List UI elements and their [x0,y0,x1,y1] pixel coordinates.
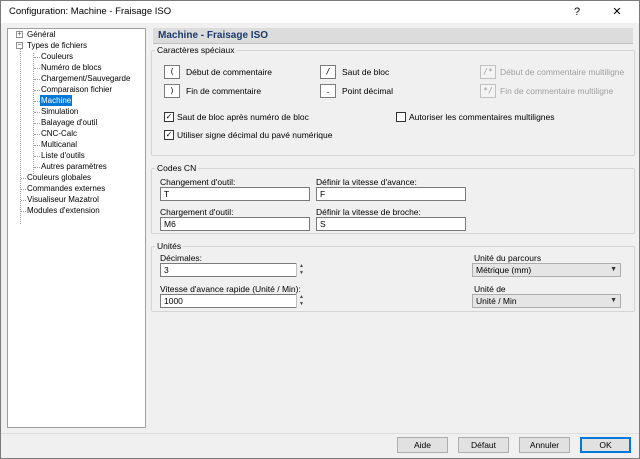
tool-load-input[interactable]: M6 [160,217,310,231]
tool-change-input[interactable]: T [160,187,310,201]
tree-connector [33,53,34,176]
tree-item-file-compare[interactable]: Comparaison fichier [40,84,113,95]
path-unit-select[interactable]: Métrique (mm) ▼ [472,263,621,277]
group-title: Caractères spéciaux [155,45,237,55]
multiline-start-key: /* [480,65,496,79]
close-icon[interactable]: ✕ [607,4,627,20]
tree-item-external-commands[interactable]: Commandes externes [26,183,106,194]
block-skip-key[interactable]: / [320,65,336,79]
units-group: Unités Décimales: 3 ▲ ▼ Vitesse d'avance… [151,241,635,312]
spindle-speed-label: Définir la vitesse de broche: [316,207,421,217]
rapid-feed-input[interactable]: 1000 [160,294,306,308]
path-unit-value: Métrique (mm) [476,265,532,275]
comment-end-key[interactable]: ) [164,84,180,98]
config-window: Configuration: Machine - Fraisage ISO ? … [0,0,640,459]
ok-button[interactable]: OK [580,437,631,453]
group-title: Unités [155,241,184,251]
window-title: Configuration: Machine - Fraisage ISO [9,6,172,17]
block-skip-label: Saut de bloc [342,67,390,77]
cn-codes-group: Codes CN Changement d'outil: T Définir l… [151,163,635,234]
multiline-start-label: Début de commentaire multiligne [500,67,625,77]
unit-of-value: Unité / Min [476,296,517,306]
expand-icon[interactable]: + [16,31,23,38]
rapid-feed-spinner[interactable]: ▲ ▼ [296,294,306,308]
spin-down-icon[interactable]: ▼ [297,301,306,307]
block-skip-after-number-checkbox[interactable]: ✓ [164,112,174,122]
spin-up-icon[interactable]: ▲ [297,263,306,269]
multiline-end-label: Fin de commentaire multiligne [500,86,614,96]
chevron-down-icon: ▼ [610,297,617,304]
tree-item-file-types[interactable]: Types de fichiers [26,40,88,51]
tool-change-label: Changement d'outil: [160,177,236,187]
unit-of-select[interactable]: Unité / Min ▼ [472,294,621,308]
special-chars-group: Caractères spéciaux ( Début de commentai… [151,45,635,156]
feed-rate-input[interactable]: F [316,187,466,201]
allow-multiline-label: Autoriser les commentaires multilignes [409,112,555,122]
decimal-point-label: Point décimal [342,86,394,96]
path-unit-label: Unité du parcours [474,253,542,263]
tree-item-general[interactable]: Général [26,29,56,40]
tree-item-other-params[interactable]: Autres paramètres [40,161,108,172]
tree-item-machine[interactable]: Machine [40,95,73,106]
tree-item-mazatrol-viewer[interactable]: Visualiseur Mazatrol [26,194,100,205]
tree-item-cnc-calc[interactable]: CNC-Calc [40,128,78,139]
tree-item-tool-sweep[interactable]: Balayage d'outil [40,117,98,128]
multiline-end-key: */ [480,84,496,98]
page-title: Machine - Fraisage ISO [158,30,269,41]
settings-tree[interactable]: + Général − Types de fichiers Couleurs N… [7,28,146,428]
allow-multiline-checkbox[interactable] [396,112,406,122]
help-button[interactable]: Aide [397,437,448,453]
tree-item-block-numbers[interactable]: Numéro de blocs [40,62,102,73]
footer-divider [1,433,639,434]
numpad-decimal-checkbox[interactable]: ✓ [164,130,174,140]
help-icon[interactable]: ? [567,4,587,20]
unit-of-label: Unité de [474,284,506,294]
decimal-point-key[interactable]: . [320,84,336,98]
comment-start-label: Début de commentaire [186,67,272,77]
block-skip-after-number-label: Saut de bloc après numéro de bloc [177,112,309,122]
decimals-label: Décimales: [160,253,203,263]
decimals-spinner[interactable]: ▲ ▼ [296,263,306,277]
page-header: Machine - Fraisage ISO [153,28,633,44]
tree-item-simulation[interactable]: Simulation [40,106,79,117]
tree-item-extension-modules[interactable]: Modules d'extension [26,205,101,216]
cancel-button[interactable]: Annuler [519,437,570,453]
spindle-speed-input[interactable]: S [316,217,466,231]
tree-item-global-colors[interactable]: Couleurs globales [26,172,92,183]
tool-load-label: Chargement d'outil: [160,207,234,217]
numpad-decimal-label: Utiliser signe décimal du pavé numérique [177,130,333,140]
decimals-input[interactable]: 3 [160,263,306,277]
comment-end-label: Fin de commentaire [186,86,262,96]
feed-rate-label: Définir la vitesse d'avance: [316,177,417,187]
tree-item-multichannel[interactable]: Multicanal [40,139,78,150]
tree-item-load-save[interactable]: Chargement/Sauvegarde [40,73,131,84]
tree-item-colors[interactable]: Couleurs [40,51,74,62]
default-button[interactable]: Défaut [458,437,509,453]
spin-down-icon[interactable]: ▼ [297,270,306,276]
group-title: Codes CN [155,163,199,173]
chevron-down-icon: ▼ [610,266,617,273]
title-bar: Configuration: Machine - Fraisage ISO ? … [1,1,639,23]
collapse-icon[interactable]: − [16,42,23,49]
tree-connector [20,43,21,224]
comment-start-key[interactable]: ( [164,65,180,79]
spin-up-icon[interactable]: ▲ [297,294,306,300]
rapid-feed-label: Vitesse d'avance rapide (Unité / Min): [160,284,301,294]
tree-item-tool-list[interactable]: Liste d'outils [40,150,86,161]
